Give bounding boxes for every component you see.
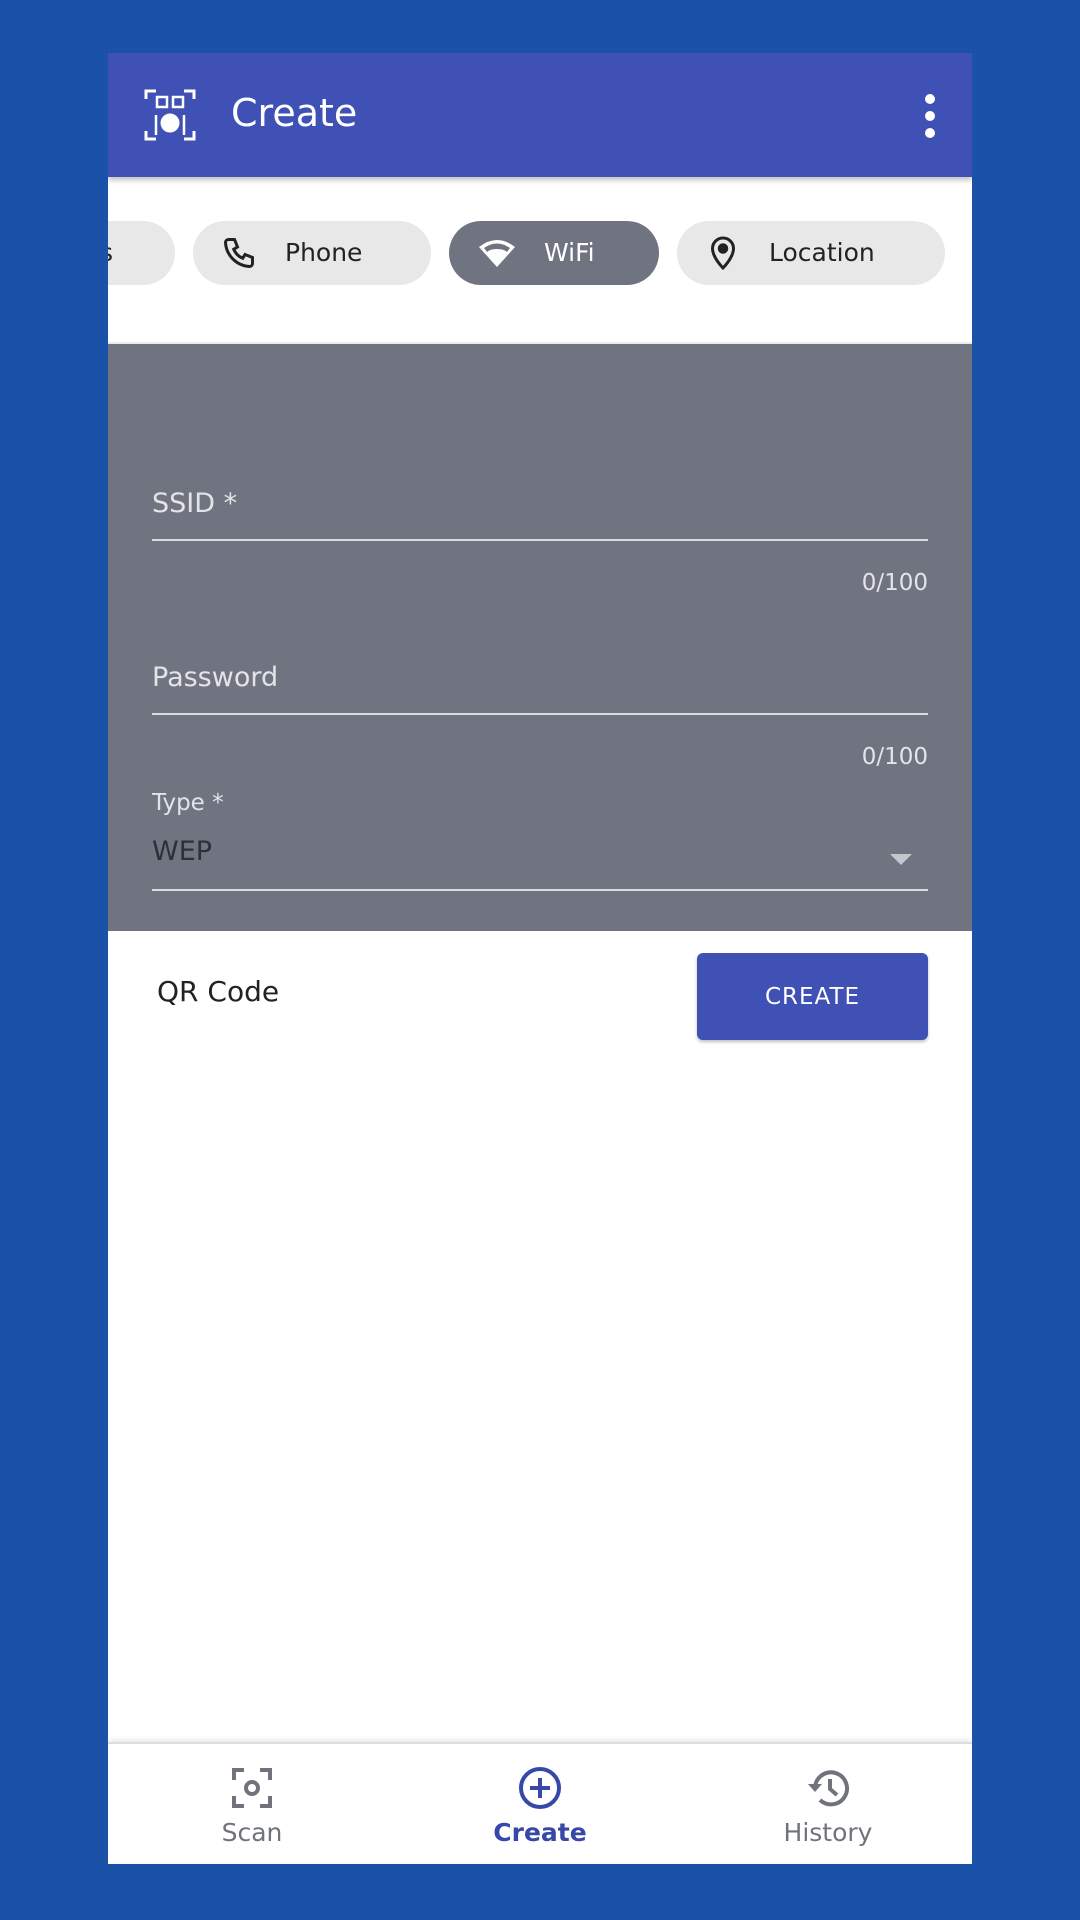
qr-restaurant-logo-icon (144, 89, 196, 141)
phone-screen: Create s Phone WiFi Location SSID * 0/10… (108, 53, 972, 1864)
password-underline (152, 713, 928, 715)
chip-phone[interactable]: Phone (193, 221, 431, 285)
app-bar: Create (108, 53, 972, 177)
scan-icon (232, 1768, 272, 1808)
nav-label: History (783, 1818, 873, 1847)
nav-history[interactable]: History (684, 1744, 972, 1864)
nav-scan[interactable]: Scan (108, 1744, 396, 1864)
chip-label: Phone (285, 238, 363, 267)
chip-label: Location (769, 238, 875, 267)
chip-location[interactable]: Location (677, 221, 945, 285)
type-underline (152, 889, 928, 891)
chip-label: WiFi (544, 238, 595, 267)
create-button[interactable]: CREATE (697, 953, 928, 1040)
chip-text[interactable]: s (108, 221, 175, 285)
nav-label: Create (493, 1818, 587, 1847)
ssid-underline (152, 539, 928, 541)
page-title: Create (231, 91, 358, 135)
nav-create[interactable]: Create (396, 1744, 684, 1864)
bottom-nav: Scan Create History (108, 1742, 972, 1864)
location-pin-icon (710, 236, 736, 271)
nav-label: Scan (221, 1818, 283, 1847)
history-icon (808, 1770, 849, 1807)
wifi-icon (479, 240, 515, 267)
qr-code-label: QR Code (157, 975, 280, 1008)
ssid-input[interactable]: SSID * (152, 488, 237, 519)
type-label: Type * (152, 790, 224, 816)
wifi-form: SSID * 0/100 Password 0/100 Type * WEP (108, 344, 972, 931)
ssid-counter: 0/100 (861, 570, 928, 596)
chip-wifi[interactable]: WiFi (449, 221, 659, 285)
chip-label: s (108, 238, 113, 267)
dropdown-arrow-icon[interactable] (890, 854, 912, 865)
password-input[interactable]: Password (152, 662, 278, 693)
type-chips: s Phone WiFi Location (108, 177, 972, 344)
password-counter: 0/100 (861, 744, 928, 770)
type-select[interactable]: WEP (152, 836, 212, 867)
add-circle-icon (519, 1767, 561, 1809)
phone-icon (223, 238, 254, 269)
more-vertical-icon[interactable] (920, 91, 940, 141)
